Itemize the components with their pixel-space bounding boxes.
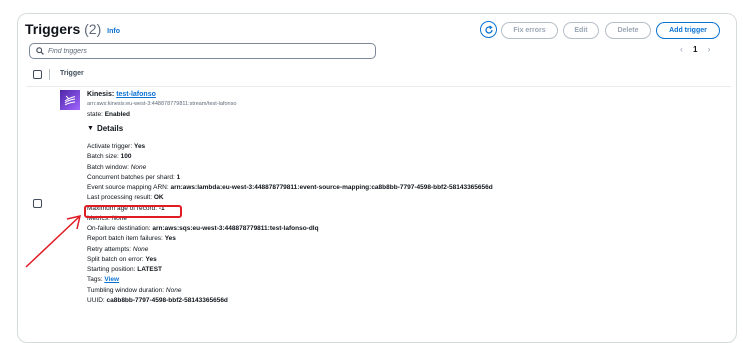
annotation-arrow: [25, 214, 82, 268]
